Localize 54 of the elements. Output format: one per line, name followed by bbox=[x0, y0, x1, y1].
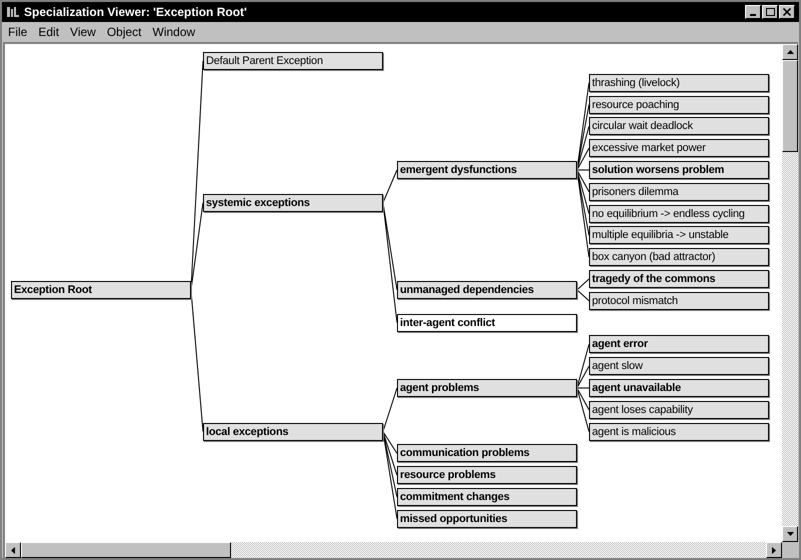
connector-line bbox=[576, 289, 590, 302]
tree-node[interactable]: Exception Root bbox=[11, 280, 191, 299]
maximize-icon bbox=[766, 8, 774, 16]
menu-item[interactable]: Window bbox=[152, 23, 196, 41]
tree-node[interactable]: circular wait deadlock bbox=[589, 117, 769, 136]
down-arrow-icon bbox=[786, 532, 794, 536]
scroll-right-button[interactable] bbox=[766, 542, 782, 558]
tree-node[interactable]: box canyon (bad attractor) bbox=[589, 248, 769, 266]
tree-node[interactable]: commitment changes bbox=[397, 488, 577, 506]
tree-node[interactable]: agent loses capability bbox=[589, 400, 769, 419]
up-arrow-icon bbox=[786, 50, 794, 54]
tree-node[interactable]: agent is malicious bbox=[589, 422, 769, 441]
tree-node[interactable]: inter-agent conflict bbox=[397, 314, 577, 332]
tree-node[interactable]: systemic exceptions bbox=[203, 194, 383, 212]
tree-node[interactable]: agent error bbox=[589, 335, 769, 354]
tree-node[interactable]: agent slow bbox=[589, 357, 769, 376]
tree-node[interactable]: prisoners dilemma bbox=[589, 182, 769, 201]
tree-node[interactable]: agent unavailable bbox=[589, 379, 769, 397]
scroll-thumb[interactable] bbox=[21, 542, 231, 558]
tree-node[interactable]: multiple equilibria -> unstable bbox=[589, 226, 769, 244]
minimize-button[interactable] bbox=[745, 5, 761, 19]
menu-item[interactable]: File bbox=[8, 23, 28, 41]
tree-node[interactable]: unmanaged dependencies bbox=[397, 280, 577, 299]
tree-node[interactable]: excessive market power bbox=[589, 139, 769, 158]
tree-node[interactable]: missed opportunities bbox=[397, 510, 577, 528]
tree-node[interactable]: thrashing (livelock) bbox=[589, 74, 769, 92]
tree-node[interactable]: tragedy of the commons bbox=[589, 270, 769, 288]
scroll-up-button[interactable] bbox=[782, 44, 798, 60]
tree-node[interactable]: resource problems bbox=[397, 466, 577, 484]
tree-node[interactable]: communication problems bbox=[397, 444, 577, 462]
tree-node[interactable]: resource poaching bbox=[589, 96, 769, 114]
tree-node[interactable]: no equilibrium -> endless cycling bbox=[589, 204, 769, 223]
tree-node[interactable]: local exceptions bbox=[203, 422, 383, 441]
scroll-down-button[interactable] bbox=[782, 526, 798, 542]
close-button[interactable] bbox=[779, 5, 795, 19]
tree-node[interactable]: solution worsens problem bbox=[589, 161, 769, 179]
vertical-scrollbar[interactable] bbox=[782, 44, 798, 542]
menu-item[interactable]: Edit bbox=[38, 23, 60, 41]
tree-node[interactable]: protocol mismatch bbox=[589, 292, 769, 310]
scroll-thumb[interactable] bbox=[782, 60, 798, 152]
tree-node[interactable]: Default Parent Exception bbox=[203, 52, 383, 70]
menu-item[interactable]: View bbox=[70, 23, 96, 41]
maximize-button[interactable] bbox=[762, 5, 778, 19]
tree-node[interactable]: emergent dysfunctions bbox=[397, 161, 577, 179]
horizontal-scrollbar[interactable] bbox=[5, 542, 782, 558]
tree-node[interactable]: agent problems bbox=[397, 379, 577, 397]
scroll-left-button[interactable] bbox=[5, 542, 21, 558]
right-arrow-icon bbox=[772, 546, 776, 554]
window-title: Specialization Viewer: 'Exception Root' bbox=[24, 4, 248, 21]
menu-item[interactable]: Object bbox=[106, 23, 142, 41]
close-icon bbox=[783, 8, 791, 16]
minimize-icon bbox=[750, 14, 756, 16]
left-arrow-icon bbox=[11, 546, 15, 554]
app-icon bbox=[6, 6, 20, 18]
